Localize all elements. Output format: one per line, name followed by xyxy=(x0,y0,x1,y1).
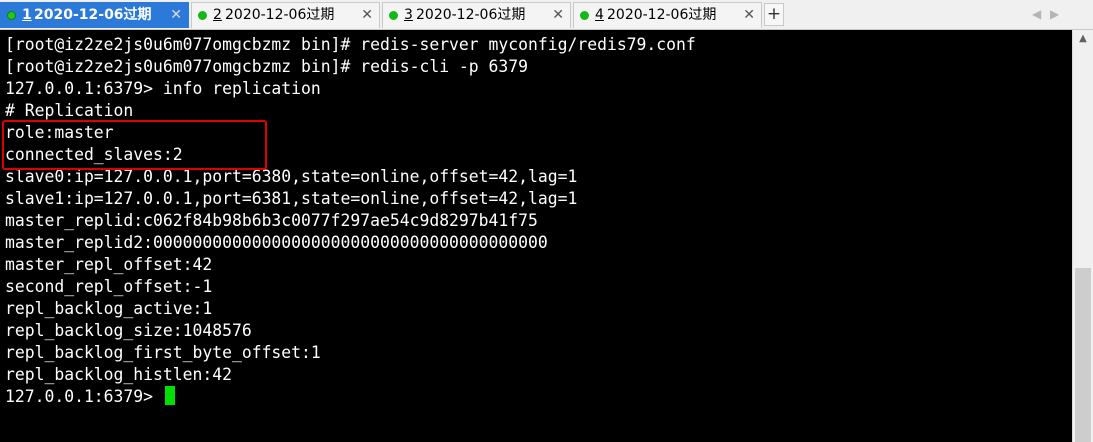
terminal-line: slave1:ip=127.0.0.1,port=6381,state=onli… xyxy=(5,189,578,208)
terminal-line: master_repl_offset:42 xyxy=(5,255,213,274)
terminal-line: repl_backlog_first_byte_offset:1 xyxy=(5,343,321,362)
session-status-icon xyxy=(7,11,16,20)
tab-bar: 1 2020-12-06过期 ✕ 2 2020-12-06过期 ✕ 3 2020… xyxy=(0,0,1093,30)
tab-title: 2020-12-06过期 xyxy=(225,7,335,23)
terminal-line: [root@iz2ze2js0u6m077omgcbzmz bin]# redi… xyxy=(5,35,696,54)
terminal-line: repl_backlog_size:1048576 xyxy=(5,321,252,340)
close-icon[interactable]: ✕ xyxy=(170,3,182,27)
terminal-line: master_replid2:0000000000000000000000000… xyxy=(5,233,548,252)
terminal-line: repl_backlog_active:1 xyxy=(5,299,213,318)
tab-number: 2 xyxy=(213,7,222,23)
scroll-up-icon[interactable]: ▲ xyxy=(1073,30,1093,47)
vertical-scrollbar[interactable]: ▲ xyxy=(1072,30,1093,442)
tab-scroll-left-icon[interactable]: ◀ xyxy=(1032,6,1041,22)
session-status-icon xyxy=(389,11,398,20)
tab-2[interactable]: 2 2020-12-06过期 ✕ xyxy=(191,2,380,28)
terminal-line: repl_backlog_histlen:42 xyxy=(5,365,232,384)
close-icon[interactable]: ✕ xyxy=(361,3,373,27)
terminal-line: 127.0.0.1:6379> info replication xyxy=(5,79,321,98)
tab-4[interactable]: 4 2020-12-06过期 ✕ xyxy=(573,2,762,28)
tab-number: 4 xyxy=(595,7,604,23)
session-status-icon xyxy=(580,11,589,20)
highlight-box xyxy=(2,120,267,170)
tab-title: 2020-12-06过期 xyxy=(416,7,526,23)
terminal-line: master_replid:c062f84b98b6b3c0077f297ae5… xyxy=(5,211,538,230)
terminal-prompt: 127.0.0.1:6379> xyxy=(5,387,163,406)
terminal-line: # Replication xyxy=(5,101,134,120)
tab-scroll-right-icon[interactable]: ▶ xyxy=(1050,6,1059,22)
close-icon[interactable]: ✕ xyxy=(743,3,755,27)
tab-3[interactable]: 3 2020-12-06过期 ✕ xyxy=(382,2,571,28)
session-status-icon xyxy=(198,11,207,20)
tab-number: 1 xyxy=(22,7,32,23)
scrollbar-thumb[interactable] xyxy=(1075,268,1091,442)
terminal-line: [root@iz2ze2js0u6m077omgcbzmz bin]# redi… xyxy=(5,57,529,76)
tab-number: 3 xyxy=(404,7,413,23)
text-cursor xyxy=(164,386,175,405)
terminal-output[interactable]: [root@iz2ze2js0u6m077omgcbzmz bin]# redi… xyxy=(0,30,1072,442)
terminal-prompt-line[interactable]: 127.0.0.1:6379> xyxy=(5,386,175,408)
add-tab-button[interactable]: + xyxy=(764,3,784,26)
close-icon[interactable]: ✕ xyxy=(552,3,564,27)
terminal-line: second_repl_offset:-1 xyxy=(5,277,213,296)
tab-title: 2020-12-06过期 xyxy=(34,7,152,23)
tab-1[interactable]: 1 2020-12-06过期 ✕ xyxy=(0,2,189,28)
tab-title: 2020-12-06过期 xyxy=(607,7,717,23)
